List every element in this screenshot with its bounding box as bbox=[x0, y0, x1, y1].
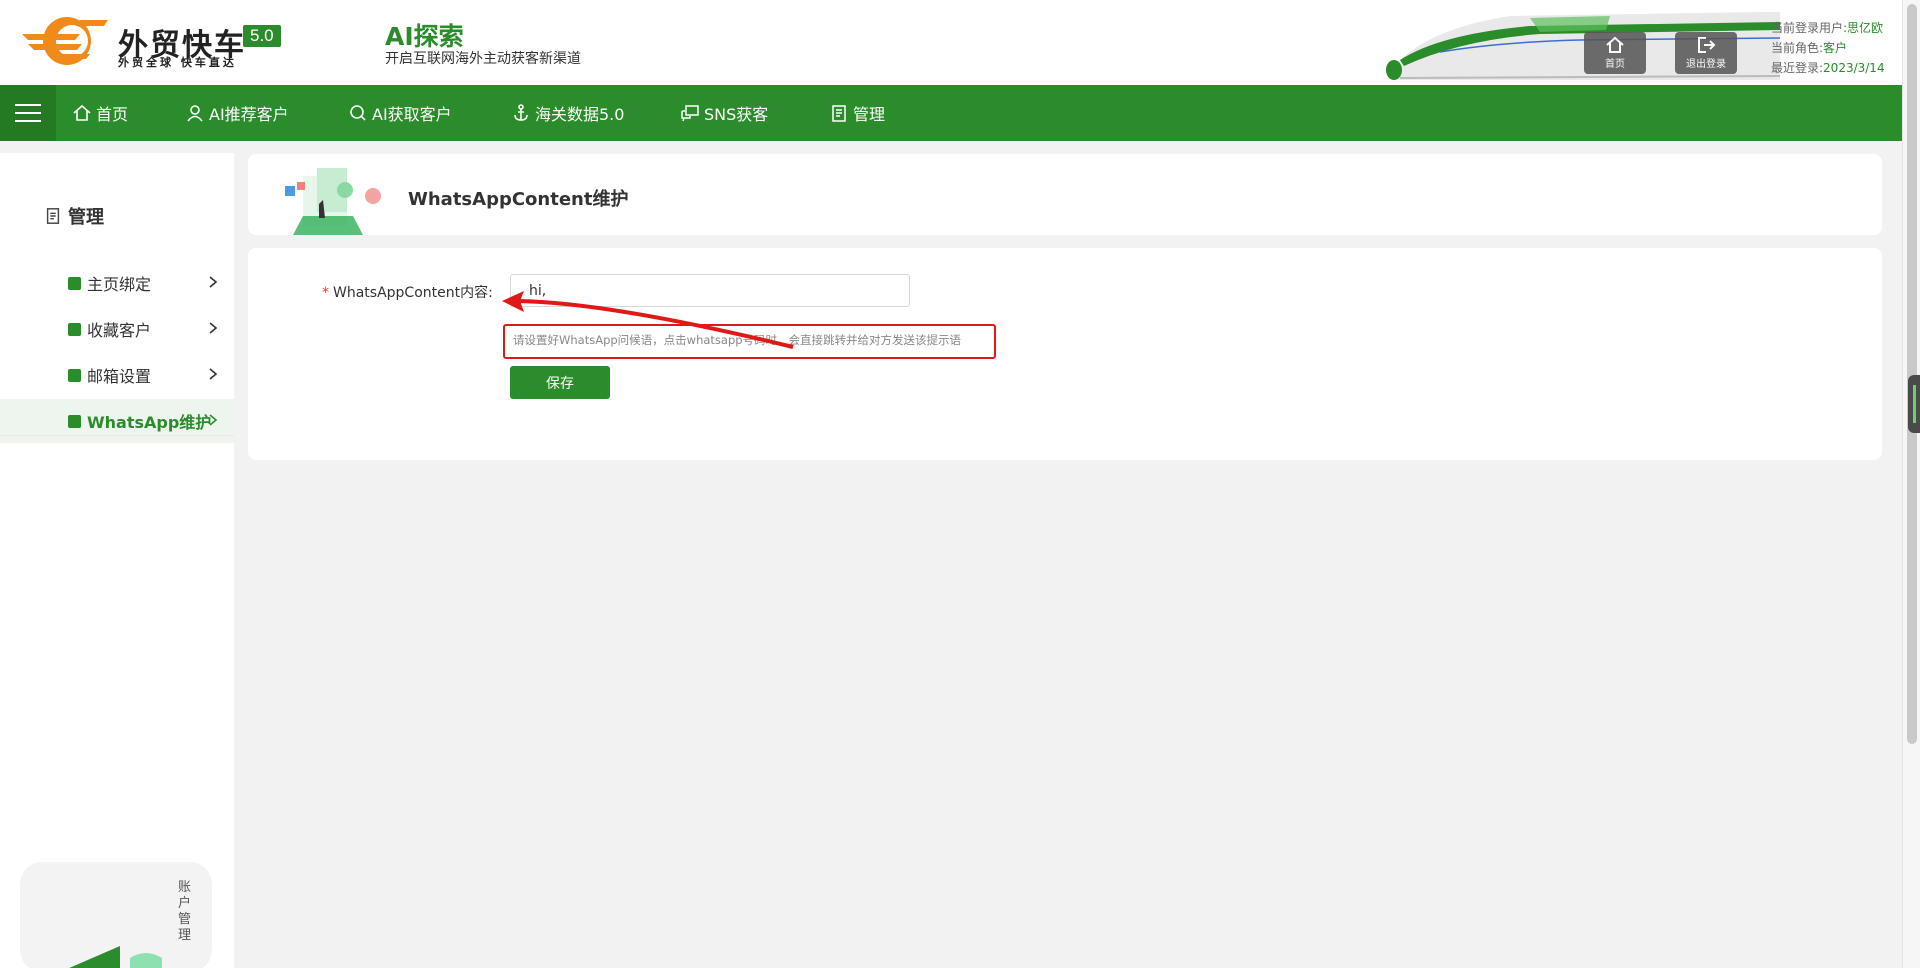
home-icon bbox=[1606, 36, 1624, 53]
sidebar-item-label: 邮箱设置 bbox=[87, 367, 152, 386]
star-icon bbox=[68, 322, 81, 336]
page-title: WhatsAppContent维护 bbox=[408, 189, 629, 210]
sidebar-item-mail-settings[interactable]: 邮箱设置 bbox=[0, 353, 234, 397]
sidebar-divider bbox=[0, 435, 234, 436]
page-scrollbar[interactable] bbox=[1902, 0, 1920, 968]
scrollbar-thumb[interactable] bbox=[1907, 4, 1917, 744]
form-card: *WhatsAppContent内容: 请设置好WhatsApp问候语，点击wh… bbox=[248, 248, 1882, 460]
brand-version-badge: 5.0 bbox=[243, 25, 281, 47]
page-title-card: WhatsAppContent维护 bbox=[248, 154, 1882, 235]
save-button[interactable]: 保存 bbox=[510, 366, 610, 399]
nav-item-label: AI获取客户 bbox=[372, 105, 452, 124]
account-management-card[interactable]: 账户管理 bbox=[20, 862, 212, 968]
logout-icon bbox=[1698, 37, 1716, 53]
document-icon bbox=[46, 208, 60, 224]
link-icon bbox=[68, 276, 81, 290]
whatsapp-content-label-text: WhatsAppContent内容: bbox=[333, 285, 493, 301]
nav-item-label: 首页 bbox=[96, 105, 129, 124]
last-login-value: 2023/3/14 bbox=[1823, 61, 1885, 75]
whatsapp-content-input[interactable] bbox=[510, 274, 910, 307]
document-icon bbox=[832, 105, 846, 122]
mail-icon bbox=[68, 368, 81, 382]
top-nav: 首页 AI推荐客户 AI获取客户 海关数据5.0 SNS获客 管理 bbox=[0, 85, 1902, 141]
header-home-button[interactable]: 首页 bbox=[1584, 32, 1646, 74]
sidebar: 管理 主页绑定 收藏客户 邮箱设置 WhatsApp维护 账户管理 bbox=[0, 153, 234, 968]
required-marker: * bbox=[322, 285, 329, 301]
hint-highlight-box: 请设置好WhatsApp问候语，点击whatsapp号码时，会直接跳转并给对方发… bbox=[503, 324, 996, 359]
chevron-right-icon bbox=[209, 368, 218, 380]
nav-item-customs[interactable]: 海关数据5.0 bbox=[511, 85, 624, 141]
nav-item-label: SNS获客 bbox=[704, 105, 769, 124]
logo-icon bbox=[22, 17, 108, 65]
hint-text: 请设置好WhatsApp问候语，点击whatsapp号码时，会直接跳转并给对方发… bbox=[513, 333, 962, 347]
ai-subtitle: 开启互联网海外主动获客新渠道 bbox=[385, 51, 581, 67]
user-icon bbox=[187, 105, 203, 122]
logout-label: 退出登录 bbox=[1686, 59, 1726, 70]
header-home-label: 首页 bbox=[1605, 59, 1625, 70]
sidebar-item-whatsapp[interactable]: WhatsApp维护 bbox=[0, 399, 234, 443]
side-float-tab[interactable] bbox=[1908, 375, 1920, 433]
logout-button[interactable]: 退出登录 bbox=[1675, 32, 1737, 74]
user-label: 当前登录用户: bbox=[1771, 21, 1848, 35]
chevron-right-icon bbox=[209, 276, 218, 288]
anchor-icon bbox=[514, 104, 528, 121]
nav-item-label: AI推荐客户 bbox=[209, 105, 289, 124]
nav-item-label: 管理 bbox=[853, 105, 886, 124]
sidebar-item-favorites[interactable]: 收藏客户 bbox=[0, 307, 234, 351]
sidebar-item-label: 收藏客户 bbox=[87, 321, 152, 340]
nav-item-ai-acquire[interactable]: AI获取客户 bbox=[348, 85, 452, 141]
hamburger-menu-button[interactable] bbox=[0, 85, 56, 141]
chat-icon bbox=[681, 105, 699, 122]
user-info: 当前登录用户:思亿欧 当前角色:客户 最近登录:2023/3/14 bbox=[1771, 18, 1885, 78]
chevron-right-icon bbox=[209, 322, 218, 334]
whatsapp-content-label: * WhatsAppContent内容: bbox=[322, 282, 493, 302]
role-value: 客户 bbox=[1823, 41, 1848, 55]
nav-item-label: 海关数据5.0 bbox=[535, 105, 625, 124]
home-icon bbox=[73, 104, 91, 121]
edit-icon bbox=[68, 414, 81, 428]
nav-item-sns[interactable]: SNS获客 bbox=[680, 85, 768, 141]
chevron-right-icon bbox=[209, 414, 218, 426]
nav-item-ai-recommend[interactable]: AI推荐客户 bbox=[185, 85, 289, 141]
last-login-label: 最近登录: bbox=[1771, 61, 1824, 75]
account-illustration bbox=[69, 946, 162, 968]
header: 外贸快车 5.0 外贸全球 快车直达 AI探索 开启互联网海外主动获客新渠道 首… bbox=[0, 0, 1902, 85]
user-value: 思亿欧 bbox=[1847, 21, 1884, 35]
brand-subtitle: 外贸全球 快车直达 bbox=[118, 56, 237, 69]
sidebar-item-label: 主页绑定 bbox=[87, 275, 152, 294]
sidebar-item-label: WhatsApp维护 bbox=[87, 413, 212, 432]
page-illustration bbox=[285, 168, 381, 235]
sidebar-title-label: 管理 bbox=[68, 207, 104, 228]
search-icon bbox=[350, 105, 366, 121]
nav-item-manage[interactable]: 管理 bbox=[829, 85, 885, 141]
sidebar-title: 管理 bbox=[44, 203, 104, 229]
nav-item-home[interactable]: 首页 bbox=[72, 85, 128, 141]
sidebar-item-homepage-binding[interactable]: 主页绑定 bbox=[0, 261, 234, 305]
role-label: 当前角色: bbox=[1771, 41, 1824, 55]
